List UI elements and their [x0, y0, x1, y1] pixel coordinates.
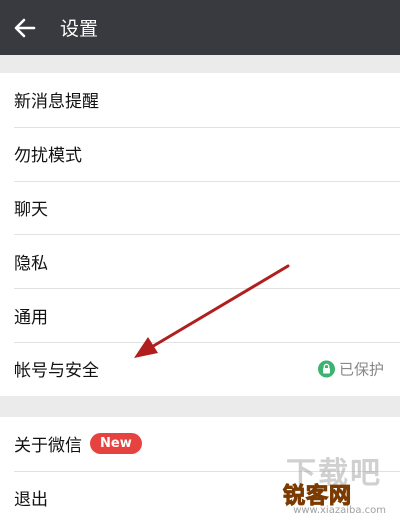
settings-item-account-security[interactable]: 帐号与安全 已保护 — [0, 341, 400, 396]
settings-item-label: 帐号与安全 — [14, 361, 99, 382]
settings-item-label: 聊天 — [14, 199, 48, 220]
settings-item-new-message-alert[interactable]: 新消息提醒 — [0, 73, 400, 127]
settings-item-label: 隐私 — [14, 253, 48, 274]
settings-item-label: 关于微信 — [14, 436, 82, 457]
settings-group-main: 新消息提醒 勿扰模式 聊天 隐私 通用 帐号与安全 已保护 — [0, 73, 400, 396]
page-title: 设置 — [60, 18, 99, 40]
settings-item-label: 新消息提醒 — [14, 92, 99, 113]
settings-item-general[interactable]: 通用 — [0, 288, 400, 342]
arrow-left-icon[interactable] — [14, 17, 36, 39]
settings-item-label: 通用 — [14, 307, 48, 328]
settings-item-label: 勿扰模式 — [14, 146, 82, 167]
top-bar: 设置 — [0, 0, 400, 55]
protection-status-text: 已保护 — [338, 360, 384, 379]
protection-status: 已保护 — [317, 358, 384, 379]
settings-item-do-not-disturb[interactable]: 勿扰模式 — [0, 126, 400, 181]
settings-item-privacy[interactable]: 隐私 — [0, 234, 400, 288]
watermark-url: www.xiazaiba.com — [293, 505, 386, 516]
new-badge: New — [90, 433, 142, 455]
lock-icon — [317, 360, 335, 378]
settings-item-chat[interactable]: 聊天 — [0, 180, 400, 235]
settings-item-label: 退出 — [14, 490, 48, 511]
